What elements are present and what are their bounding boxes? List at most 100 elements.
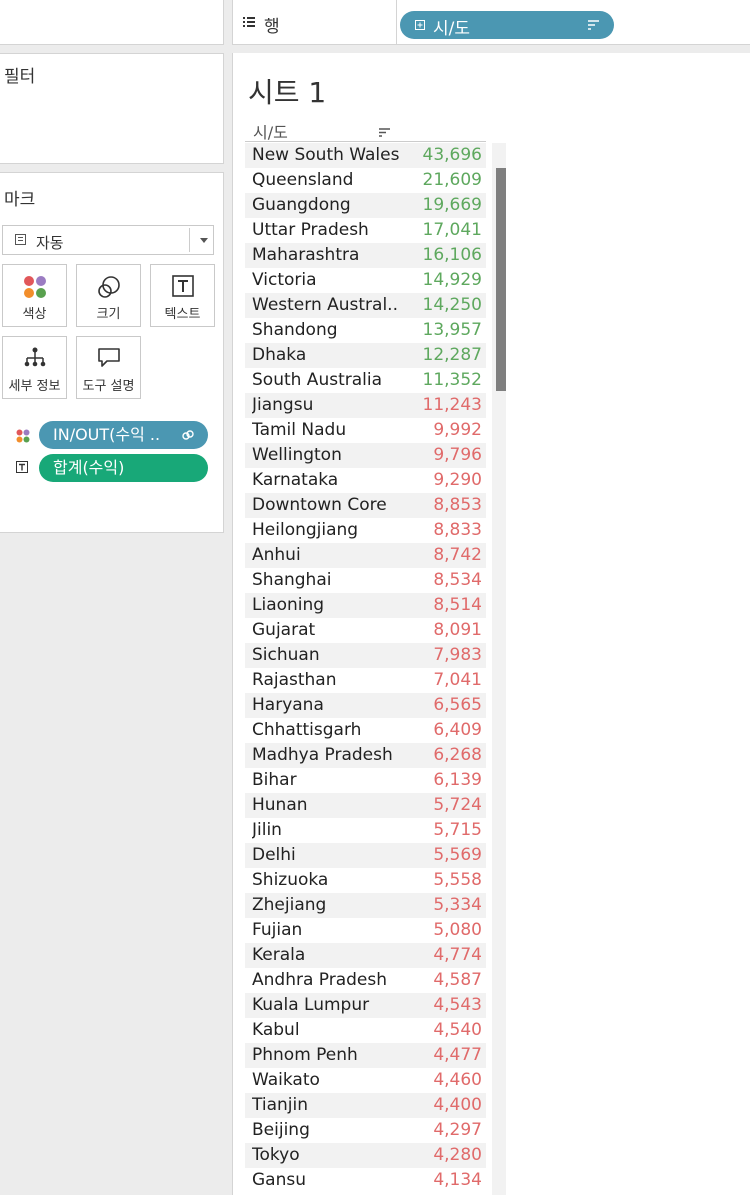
table-row[interactable]: New South Wales 43,696 [245,143,486,168]
table-row[interactable]: Downtown Core 8,853 [245,493,486,518]
mark-type-dropdown[interactable]: 자동 [2,225,214,255]
table-row[interactable]: Jilin 5,715 [245,818,486,843]
sort-icon[interactable] [379,128,390,137]
table-row[interactable]: Uttar Pradesh 17,041 [245,218,486,243]
table-row[interactable]: Shizuoka 5,558 [245,868,486,893]
detail-icon [24,347,45,367]
text-icon [16,461,28,473]
row-value: 5,724 [433,795,482,815]
row-name: South Australia [252,370,383,390]
table-row[interactable]: Shanghai 8,534 [245,568,486,593]
table-row[interactable]: Fujian 5,080 [245,918,486,943]
row-name: Tianjin [252,1095,308,1115]
row-name: Sichuan [252,645,320,665]
dropdown-divider [189,228,190,252]
row-value: 11,352 [422,370,482,390]
row-name: Beijing [252,1120,310,1140]
table-row[interactable]: Karnataka 9,290 [245,468,486,493]
color-button[interactable]: 색상 [2,264,67,327]
text-button[interactable]: 텍스트 [150,264,215,327]
auto-mark-icon [15,234,26,245]
table-row[interactable]: Andhra Pradesh 4,587 [245,968,486,993]
row-value: 5,715 [433,820,482,840]
row-name: Andhra Pradesh [252,970,388,990]
column-header[interactable]: 시/도 [253,119,288,143]
row-value: 8,514 [433,595,482,615]
table-row[interactable]: Hunan 5,724 [245,793,486,818]
table-row[interactable]: Delhi 5,569 [245,843,486,868]
table-row[interactable]: Kabul 4,540 [245,1018,486,1043]
table-row[interactable]: Haryana 6,565 [245,693,486,718]
row-name: Karnataka [252,470,339,490]
row-value: 43,696 [422,145,482,165]
table-row[interactable]: Jiangsu 11,243 [245,393,486,418]
tooltip-button[interactable]: 도구 설명 [76,336,141,399]
table-row[interactable]: Tamil Nadu 9,992 [245,418,486,443]
row-name: Zhejiang [252,895,327,915]
row-value: 6,565 [433,695,482,715]
scrollbar-thumb[interactable] [496,168,506,391]
row-value: 4,774 [433,945,482,965]
row-name: Bihar [252,770,297,790]
table-row[interactable]: Bihar 6,139 [245,768,486,793]
table-row[interactable]: Sichuan 7,983 [245,643,486,668]
table-row[interactable]: Queensland 21,609 [245,168,486,193]
color-field-pill[interactable]: IN/OUT(수익 .. [39,421,208,449]
filters-card[interactable]: 필터 [0,53,224,164]
row-name: Gujarat [252,620,316,640]
row-name: Downtown Core [252,495,387,515]
row-name: Anhui [252,545,301,565]
table-row[interactable]: Tianjin 4,400 [245,1093,486,1118]
table-row[interactable]: Liaoning 8,514 [245,593,486,618]
table-row[interactable]: Rajasthan 7,041 [245,668,486,693]
table-row[interactable]: Beijing 4,297 [245,1118,486,1143]
table-row[interactable]: Dhaka 12,287 [245,343,486,368]
table-row[interactable]: Madhya Pradesh 6,268 [245,743,486,768]
table-row[interactable]: Kuala Lumpur 4,543 [245,993,486,1018]
text-field-label: 합계(수익) [53,458,125,477]
tooltip-icon [97,348,120,367]
table-row[interactable]: Kerala 4,774 [245,943,486,968]
text-button-label: 텍스트 [164,307,201,322]
detail-button[interactable]: 세부 정보 [2,336,67,399]
row-value: 4,477 [433,1045,482,1065]
table-row[interactable]: Waikato 4,460 [245,1068,486,1093]
table-row[interactable]: South Australia 11,352 [245,368,486,393]
table-row[interactable]: Victoria 14,929 [245,268,486,293]
table-row[interactable]: Heilongjiang 8,833 [245,518,486,543]
text-field-pill[interactable]: 합계(수익) [39,454,208,482]
row-name: Tamil Nadu [252,420,347,440]
table-row[interactable]: Gujarat 8,091 [245,618,486,643]
row-value: 5,080 [433,920,482,940]
row-name: Liaoning [252,595,325,615]
filters-title: 필터 [4,67,36,87]
rows-shelf: 행 시/도 [232,0,750,45]
chevron-down-icon [200,238,208,243]
color-icon [23,276,46,298]
size-button[interactable]: 크기 [76,264,141,327]
rows-field-pill[interactable]: 시/도 [400,11,614,39]
table-row[interactable]: Zhejiang 5,334 [245,893,486,918]
row-value: 14,250 [422,295,482,315]
table-row[interactable]: Phnom Penh 4,477 [245,1043,486,1068]
table-row[interactable]: Tokyo 4,280 [245,1143,486,1168]
row-name: Tokyo [252,1145,300,1165]
table-row[interactable]: Shandong 13,957 [245,318,486,343]
row-name: Jilin [252,820,282,840]
sort-icon[interactable] [588,20,599,30]
link-icon [182,430,194,440]
table-row[interactable]: Gansu 4,134 [245,1168,486,1193]
table-row[interactable]: Western Austral.. 14,250 [245,293,486,318]
row-name: Delhi [252,845,296,865]
table-row[interactable]: Maharashtra 16,106 [245,243,486,268]
expand-icon[interactable] [415,20,425,30]
table-row[interactable]: Anhui 8,742 [245,543,486,568]
table-row[interactable]: Wellington 9,796 [245,443,486,468]
table-row[interactable]: Chhattisgarh 6,409 [245,718,486,743]
row-value: 5,558 [433,870,482,890]
row-name: Shizuoka [252,870,329,890]
color-button-label: 색상 [22,307,47,322]
table-row[interactable]: Guangdong 19,669 [245,193,486,218]
row-value: 5,569 [433,845,482,865]
row-value: 4,543 [433,995,482,1015]
